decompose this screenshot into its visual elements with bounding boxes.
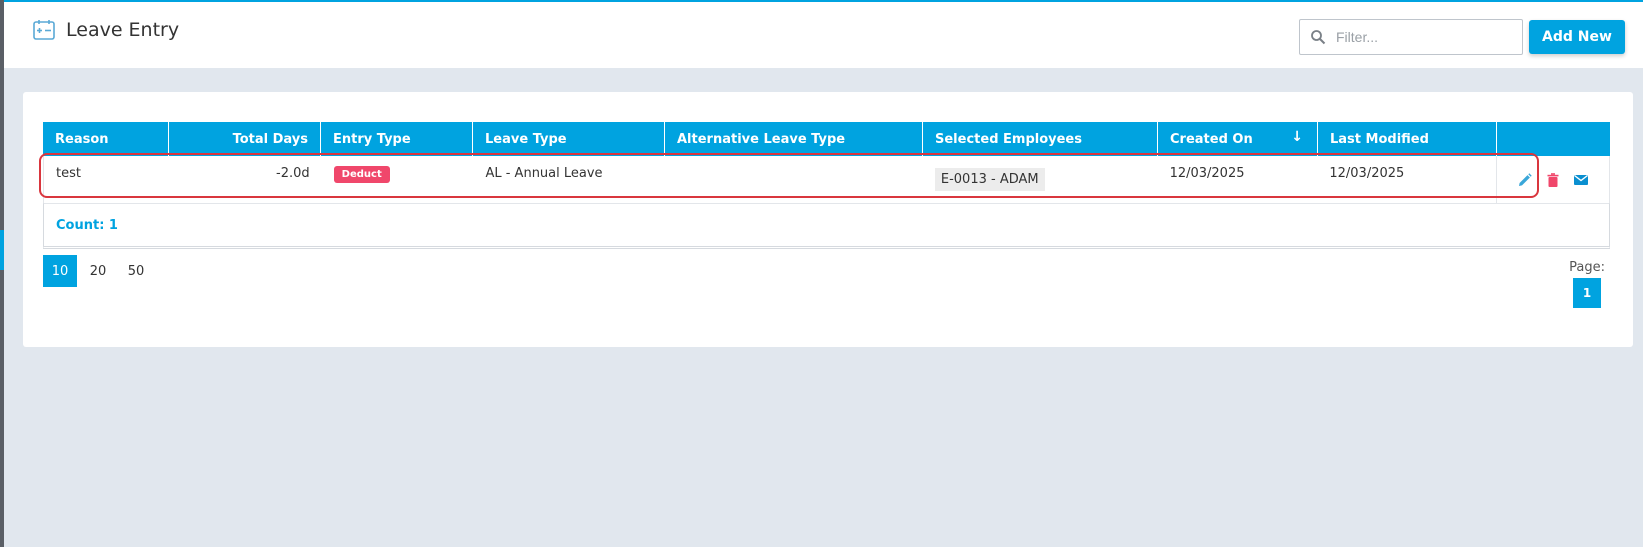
page-size-option-20[interactable]: 20 [81,255,115,287]
page-title-group: Leave Entry [32,18,179,42]
edit-icon[interactable] [1517,172,1533,188]
page-header: Leave Entry Add New [4,2,1643,68]
email-icon[interactable] [1573,172,1589,188]
entry-type-badge: Deduct [333,166,390,183]
page-number-button[interactable]: 1 [1573,278,1601,308]
column-header-last-modified[interactable]: Last Modified [1318,122,1497,156]
cell-last-modified: 12/03/2025 [1329,166,1405,181]
filter-field[interactable] [1299,19,1523,55]
grid-header: Reason Total Days Entry Type Leave Type … [43,122,1610,156]
cell-total-days: -2.0d [276,166,310,181]
page-size-option-50[interactable]: 50 [119,255,153,287]
cell-created-on: 12/03/2025 [1169,166,1245,181]
table-row[interactable]: test -2.0d Deduct AL - Annual Leave E-00… [43,156,1610,203]
employee-chip: E-0013 - ADAM [934,168,1045,191]
column-header-reason[interactable]: Reason [43,122,169,156]
delete-icon[interactable] [1545,172,1561,188]
cell-entry-type: Deduct [322,156,474,203]
column-header-selected-employees[interactable]: Selected Employees [923,122,1158,156]
page-size-option-10[interactable]: 10 [43,255,77,287]
leave-entry-grid: Reason Total Days Entry Type Leave Type … [43,122,1610,249]
column-header-created-on[interactable]: Created On ↓ [1158,122,1318,156]
cell-alternative-leave-type [665,156,923,203]
column-header-total-days[interactable]: Total Days [169,122,321,156]
grid-footer: Count: 1 [43,203,1610,249]
page-label: Page: [1569,260,1605,275]
grid-card: Reason Total Days Entry Type Leave Type … [23,92,1633,347]
cell-selected-employees: E-0013 - ADAM [923,156,1158,203]
column-header-created-on-label: Created On [1170,131,1253,147]
page-title: Leave Entry [66,19,180,41]
search-icon [1311,30,1326,45]
add-new-button[interactable]: Add New [1529,20,1625,54]
cell-reason: test [56,166,81,181]
page-size-selector: 10 20 50 [43,255,157,287]
record-count: Count: 1 [56,217,118,233]
sort-desc-icon[interactable]: ↓ [1291,129,1303,145]
window-left-edge [0,0,4,547]
column-header-entry-type[interactable]: Entry Type [321,122,473,156]
column-header-actions [1497,122,1610,156]
cell-actions [1496,156,1609,203]
cell-leave-type: AL - Annual Leave [485,166,603,181]
calendar-entry-icon [33,20,55,40]
column-header-alternative-leave-type[interactable]: Alternative Leave Type [665,122,923,156]
sidebar-indicator [0,230,4,270]
column-header-leave-type[interactable]: Leave Type [473,122,665,156]
filter-input[interactable] [1334,28,1514,46]
